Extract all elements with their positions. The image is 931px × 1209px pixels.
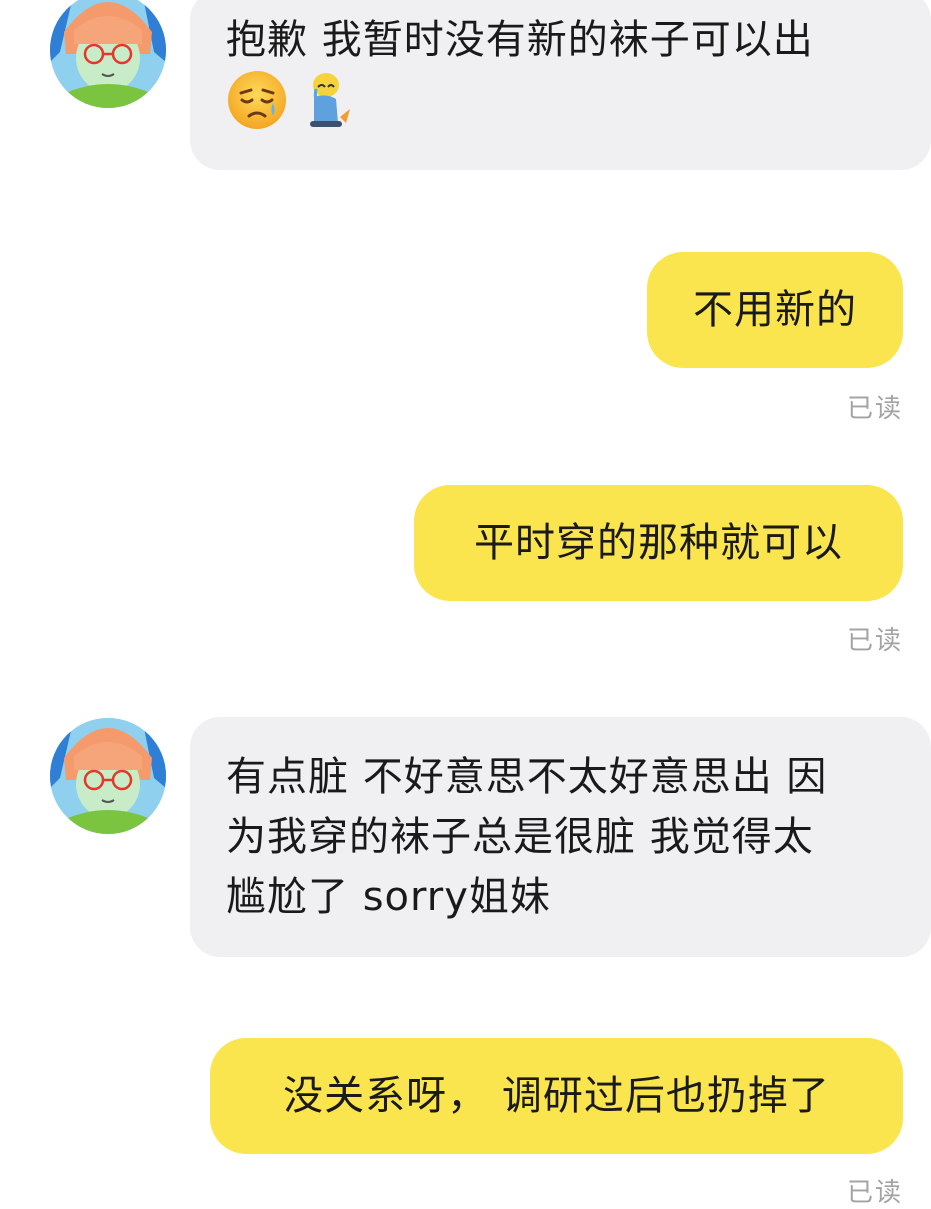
message-text-line: 抱歉 我暂时没有新的袜子可以出: [226, 17, 814, 63]
message-text-line: 为我穿的袜子总是很脏 我觉得太: [226, 814, 814, 860]
message-bubble-incoming[interactable]: 抱歉 我暂时没有新的袜子可以出: [190, 0, 931, 170]
read-status: 已读: [846, 626, 903, 656]
message-text-line: 尴尬了 sorry姐妹: [226, 874, 551, 920]
contact-avatar[interactable]: [50, 718, 166, 834]
disappointed-relieved-face-emoji: [228, 71, 286, 129]
message-bubble-outgoing[interactable]: 平时穿的那种就可以: [414, 485, 903, 601]
message-text: 不用新的: [693, 287, 857, 333]
message-text-line: 有点脏 不好意思不太好意思出 因: [226, 754, 828, 800]
message-bubble-outgoing[interactable]: 不用新的: [647, 252, 903, 368]
message-text: 没关系呀， 调研过后也扔掉了: [283, 1073, 830, 1119]
crying-sticker-emoji: [310, 73, 350, 127]
emoji-row: [226, 70, 901, 130]
read-status: 已读: [846, 394, 903, 424]
message-bubble-incoming[interactable]: 有点脏 不好意思不太好意思出 因 为我穿的袜子总是很脏 我觉得太 尴尬了 sor…: [190, 717, 931, 957]
contact-avatar[interactable]: [50, 0, 166, 108]
message-bubble-outgoing[interactable]: 没关系呀， 调研过后也扔掉了: [210, 1038, 903, 1154]
avatar-illustration: [50, 0, 166, 108]
read-status: 已读: [846, 1178, 903, 1208]
message-text: 平时穿的那种就可以: [474, 520, 843, 566]
avatar-illustration: [50, 718, 166, 834]
